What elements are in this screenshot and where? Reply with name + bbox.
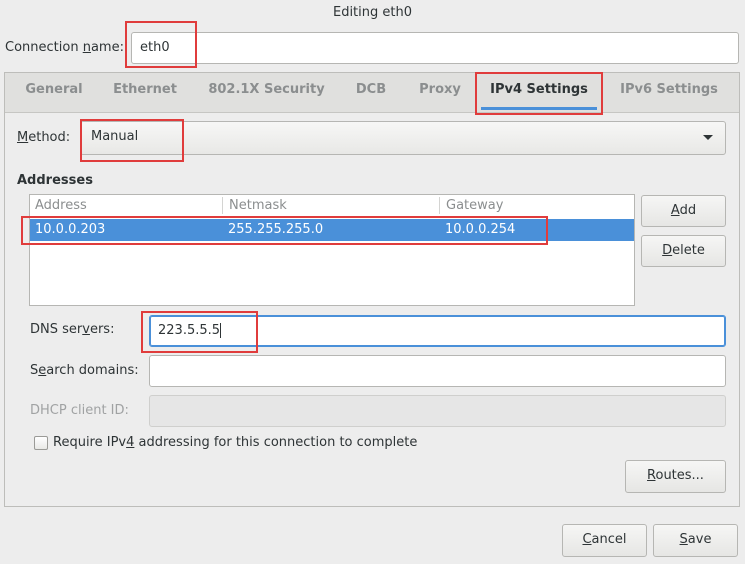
- tab-ethernet[interactable]: Ethernet: [103, 73, 187, 113]
- method-value: Manual: [91, 129, 139, 144]
- addresses-heading: Addresses: [17, 173, 93, 188]
- tab-8021x-security[interactable]: 802.1X Security: [200, 73, 333, 113]
- active-tab-indicator: [481, 107, 597, 110]
- cancel-button[interactable]: Cancel: [562, 524, 647, 557]
- require-ipv4-checkbox[interactable]: [34, 436, 48, 450]
- method-label: Method:: [17, 130, 71, 145]
- text-cursor: [220, 323, 222, 338]
- tab-dcb[interactable]: DCB: [345, 73, 397, 113]
- column-header-netmask[interactable]: Netmask: [229, 195, 287, 217]
- table-row[interactable]: [30, 219, 634, 241]
- search-domains-input[interactable]: [149, 355, 726, 387]
- add-address-button[interactable]: Add: [641, 195, 726, 227]
- tab-general[interactable]: General: [14, 73, 94, 113]
- connection-name-input[interactable]: eth0: [131, 32, 739, 64]
- tab-ipv6-settings[interactable]: IPv6 Settings: [612, 73, 726, 113]
- save-button[interactable]: Save: [653, 524, 738, 557]
- dns-servers-label: DNS servers:: [30, 322, 115, 337]
- dns-servers-input[interactable]: 223.5.5.5: [149, 315, 726, 347]
- dhcp-client-id-label: DHCP client ID:: [30, 403, 129, 418]
- column-header-gateway[interactable]: Gateway: [446, 195, 503, 217]
- search-domains-label: Search domains:: [30, 363, 139, 378]
- cell-address[interactable]: 10.0.0.203: [35, 219, 105, 241]
- tab-ipv4-settings[interactable]: IPv4 Settings: [477, 73, 601, 113]
- delete-address-button[interactable]: Delete: [641, 235, 726, 267]
- dropdown-arrow-icon: [703, 135, 713, 140]
- cell-netmask[interactable]: 255.255.255.0: [228, 219, 323, 241]
- column-separator: [222, 197, 223, 214]
- cell-gateway[interactable]: 10.0.0.254: [445, 219, 515, 241]
- column-header-address[interactable]: Address: [35, 195, 87, 217]
- method-dropdown[interactable]: Manual: [80, 121, 726, 155]
- addresses-table[interactable]: [29, 194, 635, 306]
- require-ipv4-label[interactable]: Require IPv4 addressing for this connect…: [53, 434, 417, 452]
- routes-button[interactable]: Routes...: [625, 460, 726, 493]
- connection-name-label: Connection name:: [5, 40, 124, 55]
- column-separator: [439, 197, 440, 214]
- dhcp-client-id-input: [149, 395, 726, 427]
- tab-proxy[interactable]: Proxy: [410, 73, 470, 113]
- window-title: Editing eth0: [332, 5, 412, 20]
